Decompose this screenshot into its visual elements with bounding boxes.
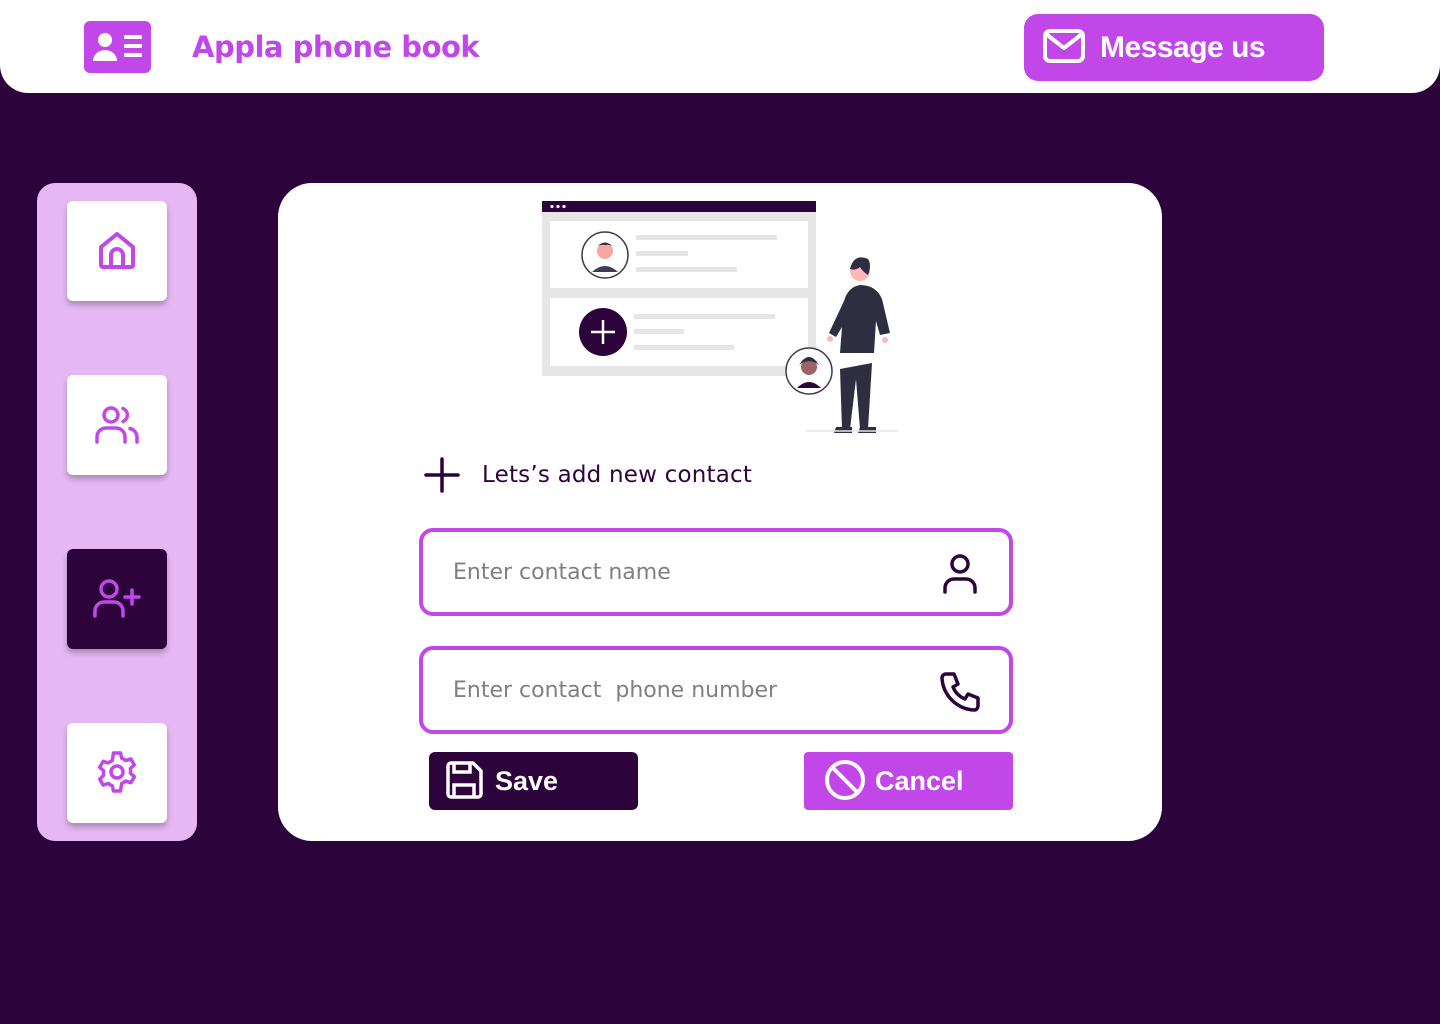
app-title: Appla phone book: [192, 30, 480, 64]
sidebar-item-home[interactable]: [67, 201, 167, 301]
save-button-label: Save: [495, 765, 559, 796]
user-plus-icon: [92, 576, 142, 623]
add-contact-illustration: [540, 199, 900, 449]
contact-phone-field: [419, 646, 1013, 734]
add-contact-heading: Lets’s add new contact: [424, 455, 752, 495]
top-header: Appla phone book Message us: [0, 0, 1440, 93]
home-icon: [95, 228, 139, 275]
add-contact-heading-text: Lets’s add new contact: [482, 462, 753, 488]
cancel-button-label: Cancel: [875, 765, 964, 796]
plus-icon: [424, 455, 460, 495]
contact-name-input[interactable]: [453, 550, 893, 594]
contact-name-field: [419, 528, 1013, 616]
sidebar-item-contacts[interactable]: [67, 375, 167, 475]
contact-phone-input[interactable]: [453, 668, 893, 712]
sidebar-item-add-contact[interactable]: [67, 549, 167, 649]
message-us-button[interactable]: Message us: [1024, 14, 1324, 81]
save-button[interactable]: Save: [429, 752, 638, 810]
contact-card-icon: [84, 21, 151, 73]
floppy-disk-icon: [443, 759, 485, 804]
sidebar-nav: [37, 183, 197, 841]
add-contact-card: Lets’s add new contact Save: [278, 183, 1162, 841]
mail-icon: [1042, 28, 1086, 67]
gear-icon: [93, 748, 141, 799]
cancel-button[interactable]: Cancel: [804, 752, 1013, 810]
users-icon: [93, 402, 141, 449]
sidebar-item-settings[interactable]: [67, 723, 167, 823]
message-us-label: Message us: [1100, 30, 1266, 64]
ban-icon: [823, 758, 867, 805]
user-icon: [937, 551, 983, 597]
phone-icon: [937, 669, 983, 715]
